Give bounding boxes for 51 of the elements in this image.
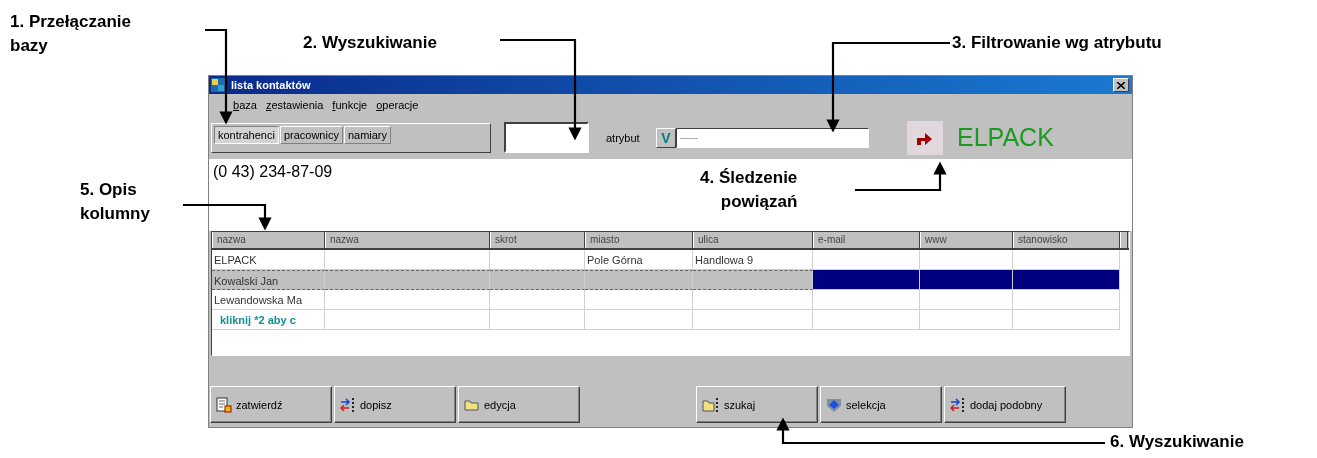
folder-icon [464, 397, 480, 412]
column-header[interactable] [1120, 232, 1128, 248]
column-header[interactable]: nazwa [325, 232, 490, 248]
arrows-icon [950, 396, 966, 413]
table-row[interactable]: kliknij *2 aby c [212, 310, 1129, 330]
annotation-label: 4. Śledzenie powiązań [700, 167, 798, 213]
arrows-icon [340, 396, 356, 413]
annotation-label: 2. Wyszukiwanie [303, 32, 437, 54]
annotation-label: 3. Filtrowanie wg atrybutu [952, 32, 1162, 54]
menu-item[interactable]: funkcje [332, 99, 368, 111]
column-header[interactable]: e-mail [813, 232, 920, 248]
column-header[interactable]: ulica [693, 232, 813, 248]
table-row[interactable]: Kowalski Jan [212, 270, 1129, 290]
menu-item[interactable]: baza [233, 99, 257, 111]
shield-icon [826, 396, 842, 413]
action-button[interactable]: edycja [458, 386, 580, 423]
phone-number: (0 43) 234-87-09 [213, 163, 333, 180]
arrow-icon [917, 130, 933, 145]
column-header[interactable]: skrot [490, 232, 585, 248]
link-button[interactable] [907, 120, 943, 155]
close-button[interactable] [1113, 78, 1129, 92]
tab[interactable]: kontrahenci [214, 125, 279, 144]
column-header[interactable]: www [920, 232, 1013, 248]
annotation-label: 6. Wyszukiwanie [1110, 431, 1244, 453]
tab[interactable]: namiary [343, 125, 392, 144]
tab[interactable]: pracownicy [279, 125, 343, 144]
column-header[interactable]: miasto [585, 232, 693, 248]
action-button[interactable]: zatwierdź [210, 386, 332, 423]
folder-icon [702, 396, 720, 413]
app-icon [211, 78, 225, 92]
menu-item[interactable]: operacje [376, 99, 419, 111]
current-record-name: ELPACK [957, 123, 1054, 152]
document-icon [216, 396, 232, 413]
annotation-label: 1. Przełączanie bazy [10, 11, 131, 57]
table-cell: Lewandowska Ma [212, 290, 325, 310]
action-button[interactable]: szukaj [696, 386, 818, 423]
search-field[interactable] [504, 122, 589, 153]
close-icon [1117, 81, 1125, 89]
action-button[interactable]: selekcja [820, 386, 942, 423]
column-header[interactable]: stanowisko [1013, 232, 1120, 248]
table-cell: kliknij *2 aby c [212, 310, 325, 330]
action-button[interactable]: dopisz [334, 386, 456, 423]
table-cell: Kowalski Jan [212, 270, 325, 290]
attribute-field[interactable]: ------ [676, 127, 869, 148]
action-button[interactable]: dodaj podobny [944, 386, 1066, 423]
menu-item[interactable]: zestawienia [265, 99, 324, 111]
attribute-label: atrybut [606, 131, 641, 144]
annotation-label: 5. Opis kolumny [80, 179, 150, 225]
column-header[interactable]: nazwa [212, 232, 325, 248]
window-title: lista kontaktów [231, 79, 312, 91]
table-row[interactable]: Lewandowska Ma [212, 290, 1129, 310]
